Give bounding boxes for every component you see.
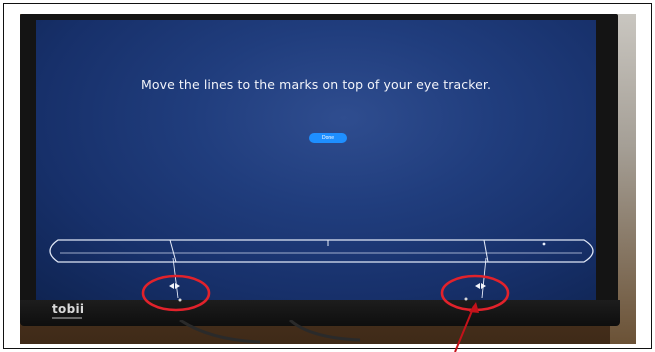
calibration-screen: Move the lines to the marks on top of yo… — [36, 20, 596, 300]
tobii-logo: tobii — [52, 302, 85, 316]
bar-indicator-dot — [542, 242, 546, 246]
cables — [179, 320, 361, 344]
instruction-text: Move the lines to the marks on top of yo… — [140, 77, 492, 92]
tobii-logo-underline — [52, 317, 82, 319]
eye-tracker-marks — [178, 297, 468, 302]
done-button[interactable]: Done — [309, 133, 347, 143]
monitor-bezel: Move the lines to the marks on top of yo… — [20, 14, 620, 326]
left-tracker-mark — [178, 298, 182, 302]
figure-frame: Move the lines to the marks on top of yo… — [3, 3, 652, 349]
monitor-photo: Move the lines to the marks on top of yo… — [20, 14, 636, 344]
right-tracker-mark — [464, 297, 468, 301]
